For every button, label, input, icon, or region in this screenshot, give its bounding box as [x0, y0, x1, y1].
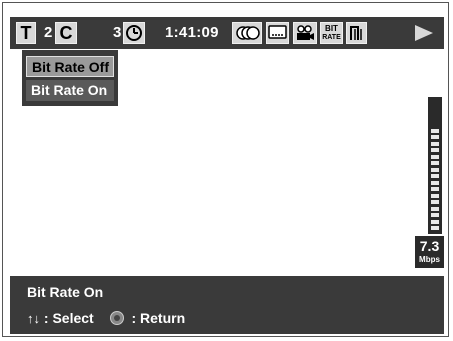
status-title: Bit Rate On — [27, 284, 104, 300]
meter-segment — [431, 219, 439, 224]
up-down-arrow-icon: ↑↓ — [27, 310, 40, 326]
track-number: 3 — [113, 24, 122, 41]
meter-segment — [431, 206, 439, 211]
menu-item-bitrate-on[interactable]: Bit Rate On — [26, 80, 114, 101]
return-hint: : Return — [131, 310, 186, 327]
bitrate-unit: Mbps — [419, 255, 440, 264]
meter-segment — [431, 174, 439, 178]
meter-segment — [431, 180, 439, 185]
select-hint: : Select — [43, 310, 94, 327]
meter-segment — [431, 148, 439, 152]
status-bar: T 2 C 3 1:41:09 BIT RATE — [10, 17, 444, 49]
meter-segment — [431, 128, 439, 133]
meter-segment — [431, 141, 439, 146]
info-bar: Bit Rate On ↑↓ : Select : Return — [10, 276, 444, 334]
chapter-number: 2 — [44, 24, 53, 41]
meter-segment — [431, 187, 439, 191]
subtitle-icon[interactable] — [266, 22, 289, 44]
play-icon[interactable] — [415, 25, 433, 41]
meter-segment — [431, 167, 439, 172]
bitrate-icon[interactable]: BIT RATE — [320, 22, 343, 44]
meter-segment — [431, 161, 439, 165]
meter-segment — [431, 213, 439, 217]
playback-time: 1:41:09 — [165, 24, 219, 41]
meter-segment — [431, 154, 439, 159]
bitrate-readout: 7.3 Mbps — [415, 236, 444, 268]
chapter-indicator: C — [55, 22, 77, 44]
repeat-icon[interactable] — [346, 22, 367, 44]
bitrate-menu: Bit Rate Off Bit Rate On — [22, 50, 118, 106]
title-indicator: T — [16, 22, 36, 44]
audio-icon[interactable] — [232, 22, 262, 44]
navigation-hint: ↑↓ : Select : Return — [27, 309, 185, 326]
bitrate-meter — [428, 97, 442, 234]
angle-icon[interactable] — [293, 22, 317, 44]
meter-segment — [431, 193, 439, 198]
menu-item-bitrate-off[interactable]: Bit Rate Off — [26, 56, 114, 77]
return-icon — [109, 311, 124, 326]
clock-icon — [123, 22, 145, 44]
bitrate-value: 7.3 — [419, 238, 440, 254]
meter-segment — [431, 200, 439, 204]
meter-segment — [431, 226, 439, 230]
meter-segment — [431, 135, 439, 139]
